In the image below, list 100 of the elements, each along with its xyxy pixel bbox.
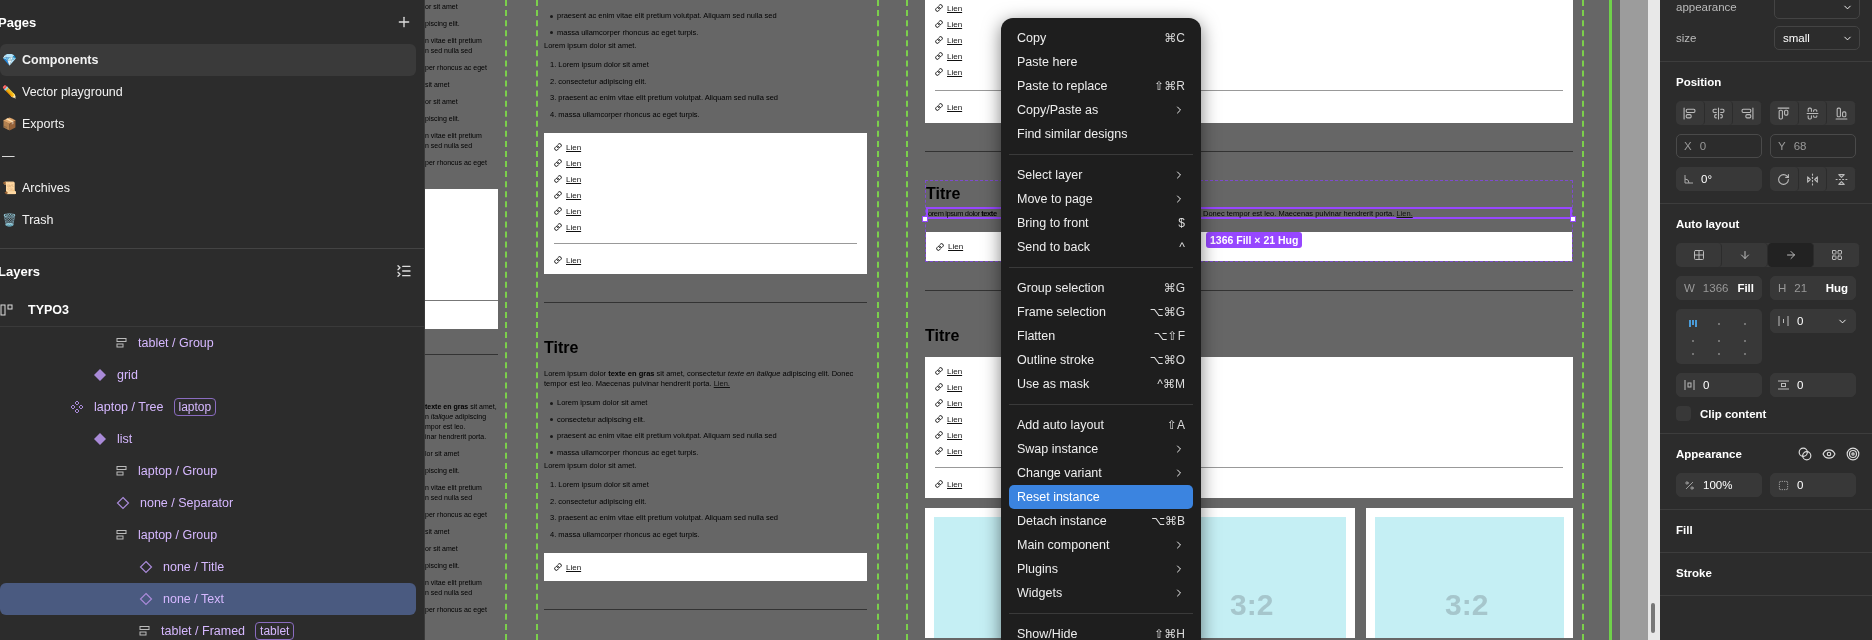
link[interactable]: Lien [935,411,963,427]
layer-row[interactable]: none / Text [0,583,416,615]
property-label: appearance [1676,1,1737,13]
link[interactable]: Lien [935,395,963,411]
link[interactable]: Lien [935,443,963,459]
page-item[interactable]: ✏ Vector playground [0,76,416,108]
vertical-padding-field[interactable]: 0 [1770,373,1856,397]
link[interactable]: Lien [554,219,582,235]
instance-icon [139,560,153,574]
section-title: Fill [1676,523,1694,538]
menu-item[interactable]: Frame selection ⌥⌘G [1009,300,1193,324]
menu-item[interactable]: Show/Hide ⇧⌘H [1009,622,1193,640]
menu-item[interactable]: Reset instance [1009,485,1193,509]
visibility-icon[interactable] [1822,447,1836,461]
link[interactable]: Lien [554,252,582,268]
section-title: Auto layout [1676,217,1741,232]
link-icon [935,399,943,407]
layer-row[interactable]: grid [0,359,416,391]
layout-direction-icon [1692,249,1705,261]
menu-item[interactable]: Paste to replace ⇧⌘R [1009,74,1193,98]
height-field[interactable]: H 21 Hug [1770,276,1856,300]
layer-row[interactable]: tablet / Group [0,327,416,359]
menu-item[interactable]: Copy/Paste as [1009,98,1193,122]
page-item[interactable]: 📜 Archives [0,172,416,204]
align-bottom-icon [1834,106,1848,120]
x-field[interactable]: X 0 [1676,134,1762,158]
link[interactable]: Lien [554,187,582,203]
menu-item[interactable]: Add auto layout ⇧A [1009,413,1193,437]
link[interactable]: Lien [554,559,582,575]
menu-item[interactable]: Send to back ^ [1009,235,1193,259]
page-item[interactable]: 💎 Components [0,44,416,76]
layer-row[interactable]: none / Separator [0,487,416,519]
menu-item[interactable]: Paste here [1009,50,1193,74]
width-field[interactable]: W 1366 Fill [1676,276,1762,300]
link[interactable]: Lien [554,139,582,155]
page-item[interactable]: 📦 Exports [0,108,416,140]
page-icon: 📜 [2,181,17,195]
link[interactable]: Lien [554,203,582,219]
layer-row[interactable]: list [0,423,416,455]
collapse-icon [396,263,412,279]
page-item[interactable]: 🗑 Trash [0,204,416,236]
link[interactable]: Lien [935,16,963,32]
page-item[interactable]: — [0,140,416,172]
menu-item[interactable]: Widgets [1009,581,1193,605]
link[interactable]: Lien [554,171,582,187]
layer-row[interactable]: laptop / Tree laptop [0,391,416,423]
layout-direction-button[interactable] [1768,243,1814,267]
link-icon [935,52,943,60]
link[interactable]: Lien [935,363,963,379]
align-right-icon [1740,106,1754,120]
link-icon [935,480,943,488]
menu-item[interactable]: Main component [1009,533,1193,557]
menu-item[interactable]: Use as mask ^⌘M [1009,372,1193,396]
menu-item[interactable]: Swap instance [1009,437,1193,461]
menu-item[interactable]: Flatten ⌥⇧F [1009,324,1193,348]
link[interactable]: Lien [935,64,963,80]
property-dropdown[interactable]: small [1774,26,1860,50]
resize-handle[interactable] [922,216,928,222]
y-field[interactable]: Y 68 [1770,134,1856,158]
layer-row[interactable]: none / Title [0,551,416,583]
link[interactable]: Lien [554,155,582,171]
blend-icon[interactable] [1798,447,1812,461]
link-icon [936,242,944,251]
link[interactable]: Lien [935,379,963,395]
menu-item[interactable]: Outline stroke ⌥⌘O [1009,348,1193,372]
link[interactable]: Lien [935,32,963,48]
layout-direction-icon [1830,249,1843,261]
align-center-icon [1712,106,1725,120]
auto-layout-icon [116,465,128,477]
menu-item[interactable]: Select layer [1009,163,1193,187]
opacity-field[interactable]: 100% [1676,473,1762,497]
layer-row[interactable]: tablet / Framed tablet [0,615,416,640]
link-icon [935,447,943,455]
bullet-icon [550,434,553,438]
menu-item[interactable]: Group selection ⌘G [1009,276,1193,300]
layer-row[interactable]: laptop / Group [0,519,416,551]
corner-radius-field[interactable]: 0 [1770,473,1856,497]
link[interactable]: Lien [935,476,963,492]
menu-item[interactable]: Change variant [1009,461,1193,485]
scrollbar-thumb[interactable] [1651,603,1655,633]
link[interactable]: Lien [935,427,963,443]
section-title: Titre [544,339,579,357]
flip-horizontal-icon [1806,172,1819,186]
menu-item[interactable]: Find similar designs [1009,122,1193,146]
gap-field[interactable]: 0 [1770,309,1856,333]
menu-item[interactable]: Plugins [1009,557,1193,581]
link[interactable]: Lien [936,238,964,255]
link[interactable]: Lien [935,99,963,115]
rotation-field[interactable]: 0° [1676,167,1762,191]
link[interactable]: Lien [935,0,963,16]
instance-icon [116,496,130,510]
layer-row[interactable]: laptop / Group [0,455,416,487]
gap-icon [1778,316,1789,326]
link[interactable]: Lien [935,48,963,64]
link-icon [554,223,562,231]
resize-handle[interactable] [1570,216,1576,222]
menu-item[interactable]: Copy ⌘C [1009,26,1193,50]
horizontal-padding-field[interactable]: 0 [1676,373,1762,397]
align-top-left-icon [1688,318,1698,329]
menu-item[interactable]: Detach instance ⌥⌘B [1009,509,1193,533]
